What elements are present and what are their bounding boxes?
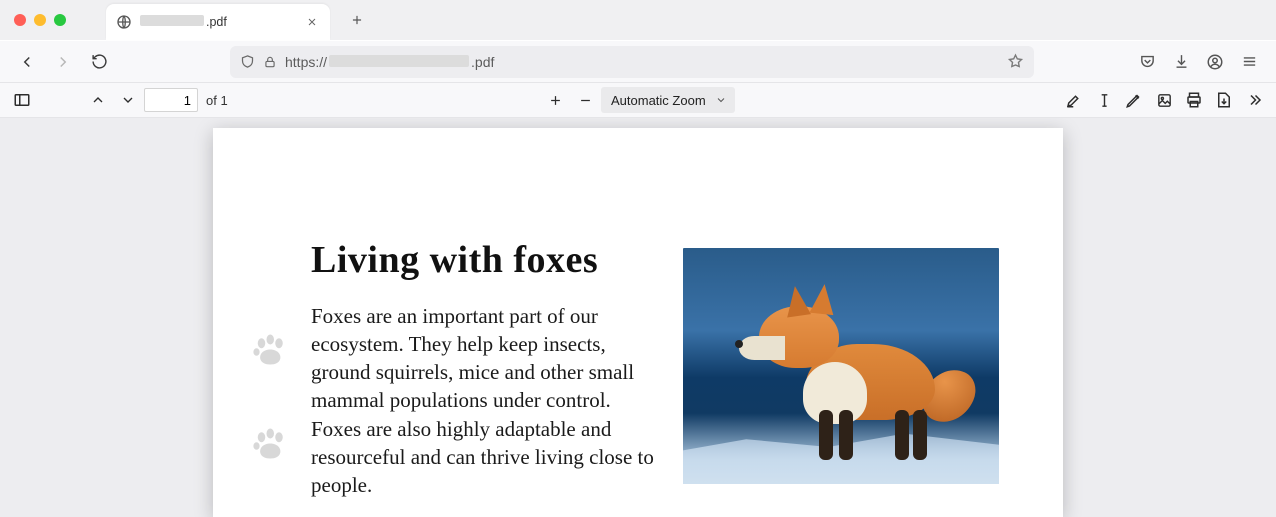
page-number-input[interactable]	[144, 88, 198, 112]
download-pdf-button[interactable]	[1210, 86, 1238, 114]
text-tool-button[interactable]	[1090, 86, 1118, 114]
tab-title-suffix: .pdf	[206, 15, 227, 29]
pocket-icon[interactable]	[1132, 47, 1162, 77]
zoom-select-label: Automatic Zoom	[611, 93, 706, 108]
reload-button[interactable]	[84, 47, 114, 77]
globe-icon	[116, 14, 132, 30]
browser-toolbar: https:// .pdf	[0, 40, 1276, 82]
draw-tool-button[interactable]	[1120, 86, 1148, 114]
fox-photo	[683, 248, 999, 484]
page-count-label: of 1	[200, 93, 234, 108]
url-scheme: https://	[285, 54, 327, 70]
zoom-in-button[interactable]	[541, 86, 569, 114]
forward-button[interactable]	[48, 47, 78, 77]
window-controls	[14, 14, 66, 26]
decorative-paw-column	[247, 238, 291, 466]
document-paragraph: Foxes are an important part of our ecosy…	[311, 302, 663, 499]
sidebar-toggle-button[interactable]	[8, 86, 36, 114]
pdf-page: Living with foxes Foxes are an important…	[213, 128, 1063, 517]
url-text: https:// .pdf	[285, 54, 494, 70]
document-title: Living with foxes	[311, 238, 663, 282]
new-tab-button[interactable]	[340, 0, 374, 40]
tab-title: .pdf	[140, 15, 296, 29]
bookmark-star-icon[interactable]	[1007, 53, 1024, 70]
shield-icon	[240, 54, 255, 69]
tab-title-redacted	[140, 15, 204, 26]
highlight-tool-button[interactable]	[1060, 86, 1088, 114]
tab-close-button[interactable]	[304, 14, 320, 30]
prev-page-button[interactable]	[84, 86, 112, 114]
paw-print-icon	[249, 332, 289, 372]
print-button[interactable]	[1180, 86, 1208, 114]
maximize-window-button[interactable]	[54, 14, 66, 26]
window-titlebar: .pdf	[0, 0, 1276, 40]
next-page-button[interactable]	[114, 86, 142, 114]
chevron-down-icon	[715, 94, 727, 106]
minimize-window-button[interactable]	[34, 14, 46, 26]
browser-tab[interactable]: .pdf	[106, 4, 330, 40]
pdf-viewer[interactable]: Living with foxes Foxes are an important…	[0, 118, 1276, 517]
close-window-button[interactable]	[14, 14, 26, 26]
account-icon[interactable]	[1200, 47, 1230, 77]
paw-print-icon	[249, 426, 289, 466]
url-host-redacted	[329, 55, 469, 67]
lock-icon	[263, 55, 277, 69]
app-menu-icon[interactable]	[1234, 47, 1264, 77]
downloads-icon[interactable]	[1166, 47, 1196, 77]
back-button[interactable]	[12, 47, 42, 77]
more-tools-button[interactable]	[1240, 86, 1268, 114]
pdf-toolbar: of 1 Automatic Zoom	[0, 82, 1276, 118]
zoom-out-button[interactable]	[571, 86, 599, 114]
zoom-select[interactable]: Automatic Zoom	[601, 87, 735, 113]
image-tool-button[interactable]	[1150, 86, 1178, 114]
address-bar[interactable]: https:// .pdf	[230, 46, 1034, 78]
url-suffix: .pdf	[471, 54, 494, 70]
